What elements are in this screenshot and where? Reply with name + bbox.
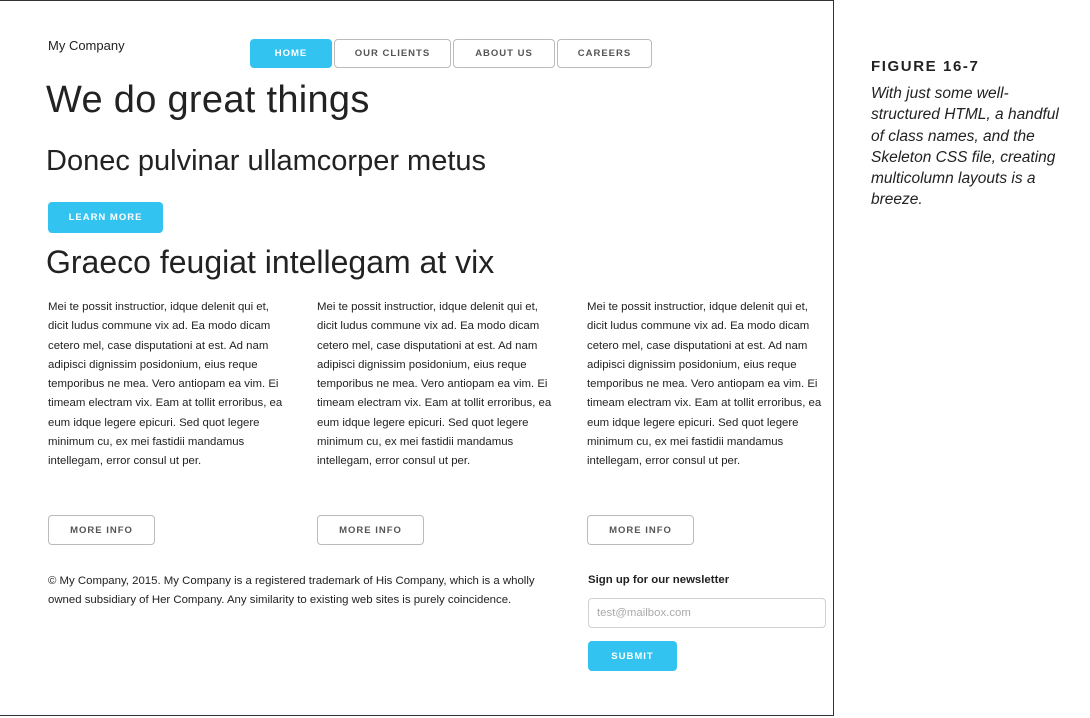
column-text-3: Mei te possit instructior, idque delenit… bbox=[587, 301, 822, 468]
hero-subtitle: Donec pulvinar ullamcorper metus bbox=[46, 145, 487, 177]
newsletter-email-input[interactable] bbox=[588, 598, 826, 628]
column-text-1: Mei te possit instructior, idque delenit… bbox=[48, 301, 283, 468]
column-text-2: Mei te possit instructior, idque delenit… bbox=[317, 301, 552, 468]
footer-copyright: © My Company, 2015. My Company is a regi… bbox=[48, 575, 535, 607]
nav-home[interactable]: HOME bbox=[250, 39, 332, 68]
more-info-button-2[interactable]: MORE INFO bbox=[317, 515, 424, 545]
learn-more-button[interactable]: LEARN MORE bbox=[48, 202, 163, 233]
more-info-button-3[interactable]: MORE INFO bbox=[587, 515, 694, 545]
figure-label: FIGURE 16-7 bbox=[871, 58, 980, 75]
more-info-button-1[interactable]: MORE INFO bbox=[48, 515, 155, 545]
hero-title: We do great things bbox=[46, 79, 370, 121]
screenshot-frame: My Company HOME OUR CLIENTS ABOUT US CAR… bbox=[0, 0, 834, 716]
section-heading: Graeco feugiat intellegam at vix bbox=[46, 244, 495, 280]
nav-our-clients[interactable]: OUR CLIENTS bbox=[334, 39, 451, 68]
main-nav: HOME OUR CLIENTS ABOUT US CAREERS bbox=[250, 39, 654, 68]
brand-name[interactable]: My Company bbox=[48, 38, 125, 53]
figure-caption: With just some well-structured HTML, a h… bbox=[871, 85, 1059, 209]
nav-about-us[interactable]: ABOUT US bbox=[453, 39, 555, 68]
newsletter-label: Sign up for our newsletter bbox=[588, 574, 730, 586]
nav-careers[interactable]: CAREERS bbox=[557, 39, 652, 68]
submit-button[interactable]: SUBMIT bbox=[588, 641, 677, 671]
